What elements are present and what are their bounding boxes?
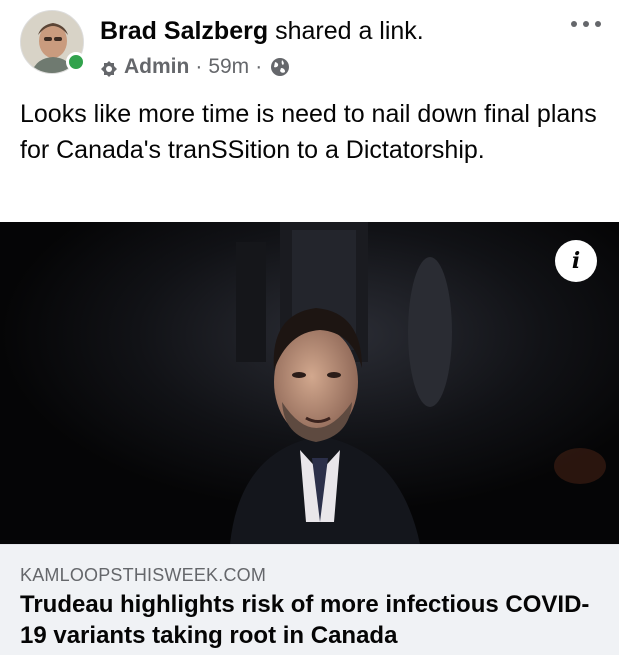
meta-separator: · (195, 55, 203, 78)
post-meta: Admin · 59m · (100, 53, 290, 81)
link-domain: KAMLOOPSTHISWEEK.COM (20, 565, 267, 585)
more-dot (595, 21, 601, 27)
more-options-icon[interactable] (568, 12, 604, 36)
online-status-icon (66, 52, 86, 72)
author-name-link[interactable]: Brad Salzberg (100, 17, 268, 45)
meta-separator: · (255, 55, 263, 78)
info-icon[interactable]: i (555, 240, 597, 282)
post-timestamp-link[interactable]: 59m (208, 53, 249, 81)
link-preview-card[interactable]: KAMLOOPSTHISWEEK.COM Trudeau highlights … (0, 544, 619, 655)
author-line: Brad Salzberg shared a link. (100, 16, 424, 46)
admin-badge-icon (100, 58, 118, 77)
link-title[interactable]: Trudeau highlights risk of more infectio… (20, 589, 610, 651)
post-message: Looks like more time is need to nail dow… (20, 100, 597, 164)
link-preview-image[interactable] (0, 222, 619, 544)
more-dot (571, 21, 577, 27)
news-photo (0, 222, 619, 544)
post-action-text: shared a link. (275, 17, 424, 45)
post-header: Brad Salzberg shared a link. Admin · 59m… (0, 0, 619, 88)
more-dot (583, 21, 589, 27)
globe-icon[interactable] (270, 57, 290, 77)
author-avatar[interactable] (20, 10, 86, 74)
admin-role-label: Admin (124, 55, 190, 78)
